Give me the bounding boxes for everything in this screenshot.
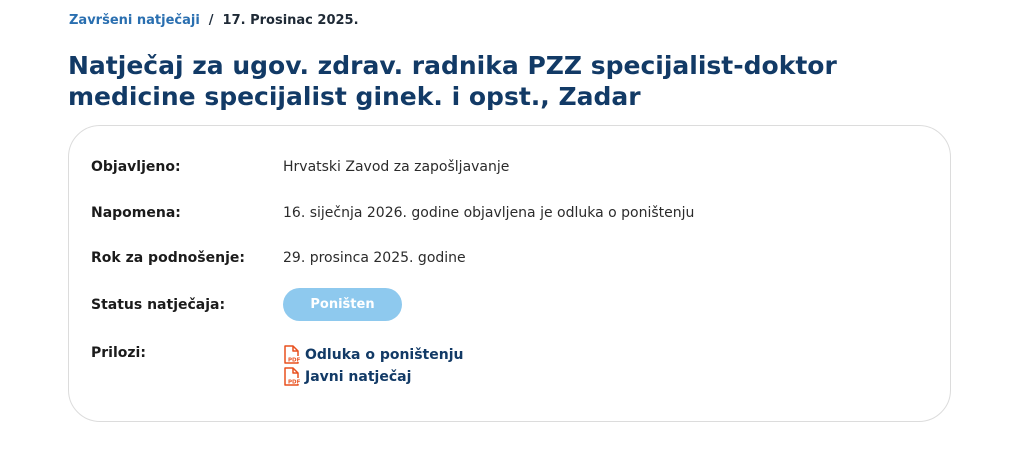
- page-title: Natječaj za ugov. zdrav. radnika PZZ spe…: [68, 51, 837, 111]
- deadline-row: Rok za podnošenje: 29. prosinca 2025. go…: [91, 250, 466, 266]
- note-value: 16. siječnja 2026. godine objavljena je …: [283, 205, 695, 221]
- published-row: Objavljeno: Hrvatski Zavod za zapošljava…: [91, 159, 509, 175]
- status-row: Status natječaja: Poništen: [91, 288, 402, 321]
- breadcrumb-current-date: 17. Prosinac 2025.: [222, 13, 359, 28]
- attachments-label: Prilozi:: [91, 345, 146, 361]
- attachment-link-public-tender[interactable]: PDF Javni natječaj: [283, 367, 463, 386]
- published-label: Objavljeno:: [91, 159, 181, 175]
- attachment-label: Javni natječaj: [305, 368, 412, 385]
- attachments-list: PDF Odluka o poništenju PDF Javni natječ…: [283, 345, 463, 386]
- pdf-icon: PDF: [284, 367, 300, 386]
- pdf-icon: PDF: [284, 345, 300, 364]
- svg-text:PDF: PDF: [288, 358, 300, 364]
- svg-text:PDF: PDF: [288, 380, 300, 386]
- attachment-label: Odluka o poništenju: [305, 346, 464, 363]
- attachment-link-decision[interactable]: PDF Odluka o poništenju: [283, 345, 463, 364]
- breadcrumb-link-completed-tenders[interactable]: Završeni natječaji: [69, 13, 200, 28]
- published-value: Hrvatski Zavod za zapošljavanje: [283, 159, 510, 175]
- deadline-value: 29. prosinca 2025. godine: [283, 250, 466, 266]
- deadline-label: Rok za podnošenje:: [91, 250, 245, 266]
- note-label: Napomena:: [91, 205, 181, 221]
- note-row: Napomena: 16. siječnja 2026. godine obja…: [91, 205, 694, 221]
- breadcrumb: Završeni natječaji / 17. Prosinac 2025.: [69, 13, 359, 28]
- breadcrumb-separator: /: [208, 13, 214, 28]
- status-label: Status natječaja:: [91, 296, 226, 313]
- status-badge: Poništen: [283, 288, 402, 321]
- attachments-row: Prilozi: PDF Odluka o poništenju PDF Jav…: [91, 345, 463, 386]
- tender-details-card: Objavljeno: Hrvatski Zavod za zapošljava…: [68, 125, 951, 422]
